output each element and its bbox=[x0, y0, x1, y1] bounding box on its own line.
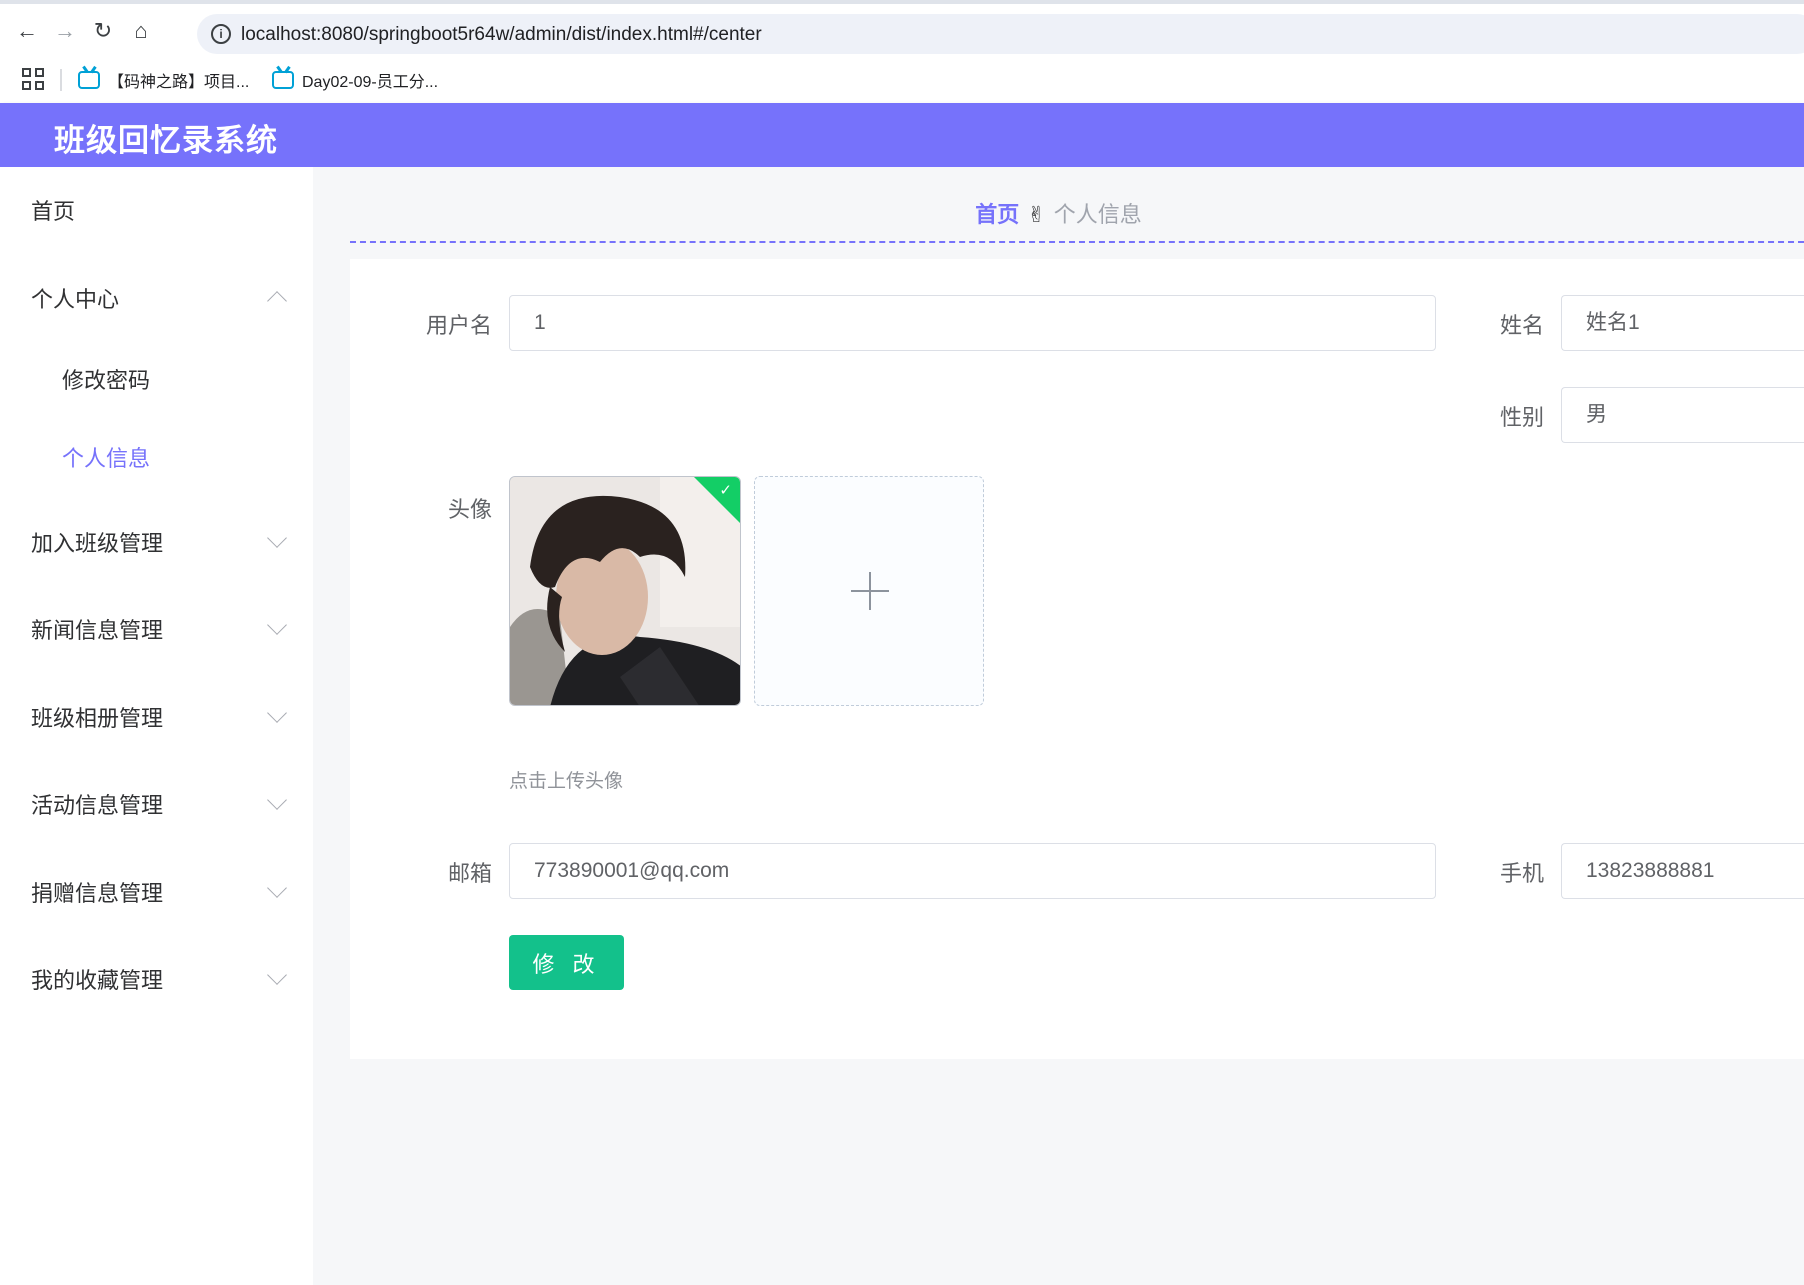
breadcrumb-divider bbox=[350, 241, 1804, 243]
sidebar-item-label: 修改密码 bbox=[62, 368, 151, 393]
email-input[interactable]: 773890001@qq.com bbox=[509, 843, 1436, 899]
chevron-down-icon bbox=[267, 615, 287, 635]
chevron-down-icon bbox=[267, 965, 287, 985]
email-label: 邮箱 bbox=[447, 861, 492, 886]
gender-select[interactable]: 男 bbox=[1561, 387, 1804, 443]
forward-icon[interactable]: → bbox=[52, 18, 78, 44]
chevron-up-icon bbox=[267, 291, 287, 311]
bookmarks-divider bbox=[60, 69, 62, 91]
breadcrumb: 首页 ✌ 个人信息 bbox=[313, 197, 1804, 229]
plus-icon bbox=[869, 572, 871, 610]
check-icon: ✓ bbox=[719, 482, 732, 499]
reload-icon[interactable]: ↻ bbox=[90, 18, 116, 44]
sidebar-item-label: 首页 bbox=[31, 199, 76, 224]
sidebar-item-news[interactable]: 新闻信息管理 bbox=[0, 599, 313, 659]
sidebar-item-change-password[interactable]: 修改密码 bbox=[0, 349, 313, 409]
avatar-image[interactable]: ✓ bbox=[509, 476, 741, 706]
sidebar-item-label: 个人中心 bbox=[31, 287, 120, 312]
back-icon[interactable]: ← bbox=[14, 18, 40, 44]
sidebar-item-activity[interactable]: 活动信息管理 bbox=[0, 774, 313, 834]
name-label: 姓名 bbox=[1499, 313, 1544, 338]
username-input[interactable]: 1 bbox=[509, 295, 1436, 351]
address-url[interactable]: localhost:8080/springboot5r64w/admin/dis… bbox=[241, 24, 762, 46]
apps-grid-icon[interactable] bbox=[22, 68, 44, 90]
sidebar-item-personal-info[interactable]: 个人信息 bbox=[0, 427, 313, 487]
bilibili-tv-icon bbox=[272, 71, 294, 89]
bookmark-label: Day02-09-员工分... bbox=[302, 74, 439, 91]
browser-toolbar: ← → ↻ ⌂ i localhost:8080/springboot5r64w… bbox=[0, 0, 1804, 58]
upload-success-badge bbox=[694, 477, 740, 523]
sidebar: 首页 个人中心 修改密码 个人信息 加入班级管理 新闻信息管理 班级相册管理 活… bbox=[0, 167, 313, 1285]
sidebar-item-label: 加入班级管理 bbox=[31, 531, 164, 556]
sidebar-item-label: 个人信息 bbox=[62, 446, 151, 471]
bookmark-item[interactable]: 【码神之路】项目... bbox=[78, 68, 249, 92]
app-title: 班级回忆录系统 bbox=[54, 123, 278, 158]
sidebar-item-album[interactable]: 班级相册管理 bbox=[0, 687, 313, 747]
breadcrumb-current: 个人信息 bbox=[1053, 202, 1142, 227]
sidebar-item-personal-center[interactable]: 个人中心 bbox=[0, 268, 313, 328]
phone-input[interactable]: 13823888881 bbox=[1561, 843, 1804, 899]
sidebar-item-label: 班级相册管理 bbox=[31, 706, 164, 731]
phone-label: 手机 bbox=[1499, 861, 1544, 886]
gender-label: 性别 bbox=[1499, 405, 1544, 430]
site-info-icon[interactable]: i bbox=[211, 24, 231, 44]
sidebar-item-class-join[interactable]: 加入班级管理 bbox=[0, 512, 313, 572]
name-input[interactable]: 姓名1 bbox=[1561, 295, 1804, 351]
sidebar-item-label: 活动信息管理 bbox=[31, 793, 164, 818]
sidebar-item-donation[interactable]: 捐赠信息管理 bbox=[0, 862, 313, 922]
sidebar-item-home[interactable]: 首页 bbox=[0, 180, 313, 240]
sidebar-item-label: 新闻信息管理 bbox=[31, 618, 164, 643]
submit-button[interactable]: 修 改 bbox=[509, 935, 624, 990]
home-icon[interactable]: ⌂ bbox=[128, 18, 154, 44]
sidebar-item-label: 我的收藏管理 bbox=[31, 968, 164, 993]
username-label: 用户名 bbox=[425, 313, 492, 338]
address-bar[interactable]: i localhost:8080/springboot5r64w/admin/d… bbox=[197, 14, 1804, 54]
avatar-label: 头像 bbox=[447, 497, 492, 522]
chevron-down-icon bbox=[267, 878, 287, 898]
chevron-down-icon bbox=[267, 790, 287, 810]
breadcrumb-home[interactable]: 首页 bbox=[975, 202, 1019, 227]
bookmarks-bar: 【码神之路】项目... Day02-09-员工分... bbox=[0, 58, 1804, 104]
bookmark-label: 【码神之路】项目... bbox=[108, 74, 250, 91]
hand-icon: ✌ bbox=[1027, 202, 1046, 227]
chevron-down-icon bbox=[267, 528, 287, 548]
avatar-upload-button[interactable] bbox=[754, 476, 984, 706]
sidebar-item-favorites[interactable]: 我的收藏管理 bbox=[0, 949, 313, 1009]
bilibili-tv-icon bbox=[78, 71, 100, 89]
chevron-down-icon bbox=[267, 703, 287, 723]
app-header: 班级回忆录系统 bbox=[0, 103, 1804, 167]
bookmark-item[interactable]: Day02-09-员工分... bbox=[272, 68, 438, 92]
avatar-upload-tip: 点击上传头像 bbox=[509, 771, 624, 792]
sidebar-item-label: 捐赠信息管理 bbox=[31, 881, 164, 906]
